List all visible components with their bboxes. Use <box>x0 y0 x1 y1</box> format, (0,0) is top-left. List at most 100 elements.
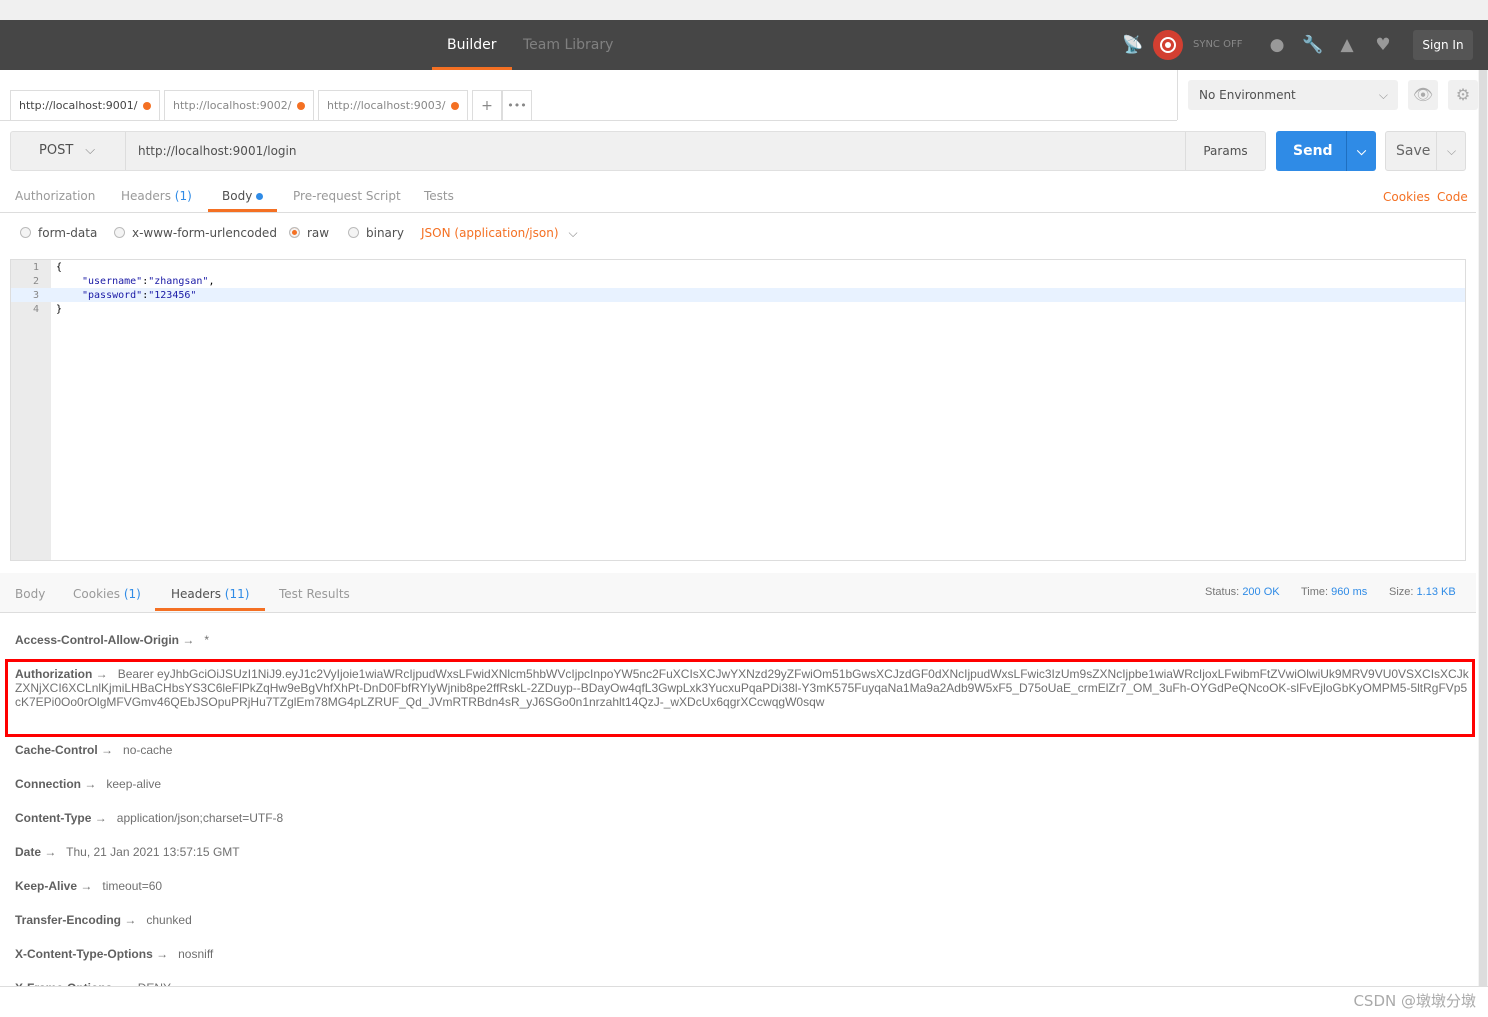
header-value: no-cache <box>123 743 173 757</box>
chevron-down-icon: ⌵ <box>568 226 578 240</box>
bell-icon[interactable]: ▲ <box>1336 34 1358 56</box>
add-tab-button[interactable]: + <box>472 90 502 120</box>
code-link[interactable]: Code <box>1437 190 1468 204</box>
response-header-row: Connection → keep-alive <box>15 777 1470 791</box>
scrollbar[interactable] <box>1478 70 1488 986</box>
header-key: Keep-Alive <box>15 879 78 893</box>
tab-label: Cookies <box>73 587 120 601</box>
arrow: → <box>182 633 195 647</box>
json-key: "username" <box>82 276 143 287</box>
unsaved-dot <box>451 102 459 110</box>
radio-form-data[interactable]: form-data <box>20 226 97 240</box>
tab-url: http://localhost:9002/ <box>173 99 292 112</box>
sync-icon[interactable] <box>1153 30 1183 60</box>
time-value: 960 ms <box>1331 586 1368 598</box>
header-key: Content-Type <box>15 811 92 825</box>
method-value: POST <box>39 143 74 158</box>
radio-label: binary <box>366 226 404 240</box>
unsaved-dot <box>143 102 151 110</box>
json-value: "zhangsan" <box>148 276 209 287</box>
chevron-down-icon[interactable]: ⌵ <box>1436 132 1466 170</box>
tab-authorization[interactable]: Authorization <box>15 180 95 212</box>
content-type-select[interactable]: JSON (application/json) ⌵ <box>421 226 578 240</box>
active-dot <box>256 193 264 200</box>
send-label: Send <box>1293 143 1333 159</box>
tab-count: (1) <box>123 587 141 601</box>
line-number: 3 <box>32 290 39 301</box>
params-button[interactable]: Params <box>1185 132 1265 170</box>
request-tab[interactable]: http://localhost:9003/ <box>318 90 468 120</box>
method-select[interactable]: POST ⌵ <box>11 132 126 170</box>
response-header-row: Content-Type → application/json;charset=… <box>15 811 1470 825</box>
gear-icon[interactable]: ⚙ <box>1448 80 1478 110</box>
header-value: keep-alive <box>106 777 162 791</box>
divider <box>0 212 1476 213</box>
header-value: Thu, 21 Jan 2021 13:57:15 GMT <box>66 845 240 859</box>
environment-select[interactable]: No Environment ⌵ <box>1188 80 1398 110</box>
response-header-row: Transfer-Encoding → chunked <box>15 913 1470 927</box>
tab-count: (1) <box>174 189 192 203</box>
arrow: → <box>101 743 114 757</box>
radio-urlencoded[interactable]: x-www-form-urlencoded <box>114 226 277 240</box>
chevron-down-icon: ⌵ <box>1378 88 1388 102</box>
header-key: Connection <box>15 777 81 791</box>
heart-icon[interactable]: ♥ <box>1372 34 1394 56</box>
cookies-link[interactable]: Cookies <box>1383 190 1430 204</box>
json-value: "123456" <box>148 290 197 301</box>
line-number: 4 <box>32 304 39 315</box>
response-header-row: X-Content-Type-Options → nosniff <box>15 947 1470 961</box>
code-line: "username":"zhangsan", <box>82 276 215 287</box>
code-editor[interactable]: 1 2 3 4 { "username":"zhangsan", "passwo… <box>10 259 1466 561</box>
sync-status: SYNC OFF <box>1193 39 1243 50</box>
send-button[interactable]: Send ⌵ <box>1276 131 1376 171</box>
chevron-down-icon: ⌵ <box>85 143 96 158</box>
highlight-box <box>5 659 1475 737</box>
arrow: → <box>156 947 169 961</box>
request-tab[interactable]: http://localhost:9001/ <box>10 90 160 120</box>
tab-url: http://localhost:9003/ <box>327 99 446 112</box>
status-value: 200 OK <box>1242 586 1280 598</box>
tab-body[interactable]: Body <box>208 180 278 212</box>
line-number: 2 <box>32 276 39 287</box>
tab-prerequest-script[interactable]: Pre-request Script <box>293 180 401 212</box>
header-value: nosniff <box>178 947 214 961</box>
url-bar: POST ⌵ http://localhost:9001/login Params <box>10 131 1266 171</box>
active-line <box>11 288 1465 302</box>
header-key: Cache-Control <box>15 743 98 757</box>
tab-builder[interactable]: Builder <box>432 20 512 70</box>
arrow: → <box>124 913 137 927</box>
radio-label: x-www-form-urlencoded <box>132 226 277 240</box>
header-value: timeout=60 <box>102 879 163 893</box>
url-input[interactable]: http://localhost:9001/login <box>138 132 296 170</box>
response-tab-headers[interactable]: Headers (11) <box>155 573 266 611</box>
arrow: → <box>84 777 97 791</box>
response-header-row: Access-Control-Allow-Origin → * <box>15 633 1470 647</box>
size-label: Size: <box>1389 586 1414 598</box>
arrow: → <box>80 879 93 893</box>
header-key: Access-Control-Allow-Origin <box>15 633 180 647</box>
divider <box>1177 70 1178 120</box>
tab-headers[interactable]: Headers (1) <box>121 180 192 212</box>
radio-binary[interactable]: binary <box>348 226 404 240</box>
globe-icon[interactable]: ● <box>1266 34 1288 56</box>
footer <box>0 986 1488 1017</box>
response-tab-body[interactable]: Body <box>15 573 45 611</box>
header-value: chunked <box>146 913 192 927</box>
header-key: Transfer-Encoding <box>15 913 122 927</box>
tab-team-library[interactable]: Team Library <box>523 20 613 70</box>
eye-icon[interactable]: 👁 <box>1408 80 1438 110</box>
response-tab-cookies[interactable]: Cookies (1) <box>73 573 141 611</box>
sign-in-button[interactable]: Sign In <box>1413 30 1473 60</box>
save-button[interactable]: Save ⌵ <box>1385 131 1466 171</box>
chevron-down-icon[interactable]: ⌵ <box>1346 131 1376 171</box>
wrench-icon[interactable]: 🔧 <box>1302 34 1324 56</box>
app-header: Builder Team Library 📡 SYNC OFF ● 🔧 ▲ ♥ … <box>0 20 1488 70</box>
response-header-row: Date → Thu, 21 Jan 2021 13:57:15 GMT <box>15 845 1470 859</box>
more-tabs-button[interactable]: ••• <box>502 90 532 120</box>
request-tab[interactable]: http://localhost:9002/ <box>164 90 314 120</box>
tab-label: Headers <box>171 587 221 601</box>
radio-raw[interactable]: raw <box>289 226 329 240</box>
satellite-icon[interactable]: 📡 <box>1122 34 1144 56</box>
tab-tests[interactable]: Tests <box>424 180 454 212</box>
response-tab-test-results[interactable]: Test Results <box>279 573 350 611</box>
